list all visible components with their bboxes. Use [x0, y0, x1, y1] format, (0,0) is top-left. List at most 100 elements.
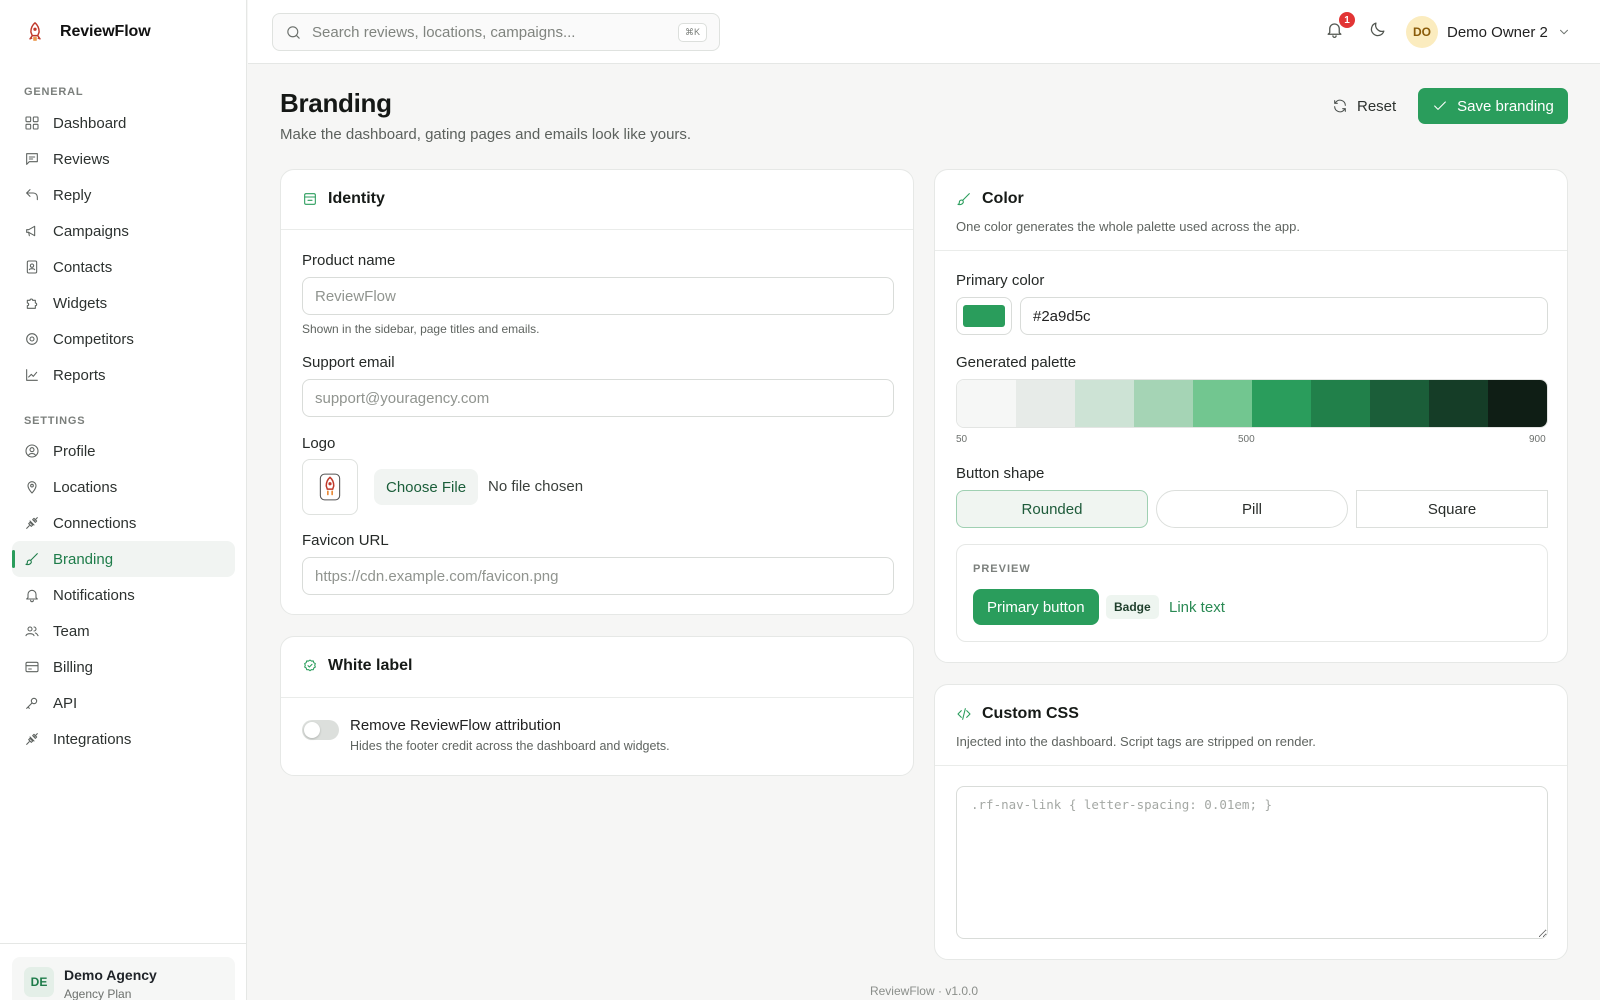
save-branding-button[interactable]: Save branding	[1418, 88, 1568, 124]
white-label-card: White label Remove ReviewFlow attributio…	[280, 636, 914, 776]
sidebar-item-reports[interactable]: Reports	[12, 357, 235, 393]
brush-icon	[24, 551, 40, 567]
sidebar-item-dashboard[interactable]: Dashboard	[12, 105, 235, 141]
shape-pill-button[interactable]: Pill	[1156, 490, 1348, 528]
toggle-description: Hides the footer credit across the dashb…	[350, 739, 670, 753]
shape-square-button[interactable]: Square	[1356, 490, 1548, 528]
primary-color-label: Primary color	[956, 272, 1045, 289]
favicon-url-label: Favicon URL	[302, 532, 389, 549]
line-chart-icon	[24, 367, 40, 383]
badge-check-icon	[302, 658, 318, 674]
user-menu[interactable]: DO Demo Owner 2	[1406, 16, 1571, 48]
support-email-input[interactable]	[302, 379, 894, 417]
plug-icon	[24, 731, 40, 747]
chevron-down-icon	[1557, 25, 1571, 39]
product-name-hint: Shown in the sidebar, page titles and em…	[302, 322, 540, 336]
shape-rounded-button[interactable]: Rounded	[956, 490, 1148, 528]
sidebar-item-reviews[interactable]: Reviews	[12, 141, 235, 177]
primary-color-input[interactable]	[1020, 297, 1548, 335]
sidebar-item-label: Reports	[53, 366, 106, 384]
key-icon	[24, 695, 40, 711]
card-divider	[281, 697, 913, 698]
search-input[interactable]	[312, 23, 668, 41]
favicon-url-input[interactable]	[302, 557, 894, 595]
reset-button[interactable]: Reset	[1318, 88, 1410, 124]
sidebar-item-reply[interactable]: Reply	[12, 177, 235, 213]
sidebar-item-team[interactable]: Team	[12, 613, 235, 649]
sidebar-item-label: Billing	[53, 658, 94, 676]
sidebar-item-label: API	[53, 694, 78, 712]
palette-swatch	[1488, 380, 1547, 427]
card-divider	[935, 765, 1567, 766]
color-card-header: Color One color generates the whole pale…	[956, 190, 1300, 234]
org-plan: Agency Plan	[64, 987, 132, 1000]
logo-preview	[302, 459, 358, 515]
sidebar-item-locations[interactable]: Locations	[12, 469, 235, 505]
color-picker-swatch[interactable]	[956, 297, 1012, 335]
white-label-card-header: White label	[302, 657, 412, 675]
page-subtitle: Make the dashboard, gating pages and ema…	[280, 126, 692, 143]
toggle-title: Remove ReviewFlow attribution	[350, 717, 561, 734]
rocket-logo-icon	[317, 472, 343, 502]
page-title: Branding	[280, 88, 392, 118]
credit-card-icon	[24, 659, 40, 675]
palette-tick: 50	[956, 434, 968, 445]
preview-label: PREVIEW	[973, 563, 1031, 575]
sidebar-item-label: Connections	[53, 514, 137, 532]
sidebar-item-api[interactable]: API	[12, 685, 235, 721]
sidebar-item-label: Campaigns	[53, 222, 129, 240]
grid-icon	[24, 115, 40, 131]
preview-primary-button[interactable]: Primary button	[973, 589, 1099, 625]
card-title: Custom CSS	[982, 705, 1079, 722]
sidebar-item-branding[interactable]: Branding	[12, 541, 235, 577]
card-divider	[281, 229, 913, 230]
sidebar-item-label: Reply	[53, 186, 92, 204]
reply-icon	[24, 187, 40, 203]
remove-attribution-toggle[interactable]	[302, 720, 339, 740]
sidebar-item-profile[interactable]: Profile	[12, 433, 235, 469]
org-switcher[interactable]: DE Demo Agency Agency Plan	[12, 957, 235, 1000]
sidebar-item-competitors[interactable]: Competitors	[12, 321, 235, 357]
search-bar[interactable]: ⌘K	[272, 13, 720, 51]
custom-css-card-header: Custom CSS Injected into the dashboard. …	[956, 705, 1316, 749]
palette-swatch	[1429, 380, 1488, 427]
sidebar-item-billing[interactable]: Billing	[12, 649, 235, 685]
palette-tick: 900	[1529, 434, 1546, 445]
map-pin-icon	[24, 479, 40, 495]
palette-swatch	[1016, 380, 1075, 427]
sidebar-item-integrations[interactable]: Integrations	[12, 721, 235, 757]
code-icon	[956, 706, 972, 722]
sidebar-item-notifications[interactable]: Notifications	[12, 577, 235, 613]
sidebar-item-label: Profile	[53, 442, 96, 460]
megaphone-icon	[24, 223, 40, 239]
nav-section-settings: SETTINGS	[24, 415, 86, 427]
brand[interactable]: ReviewFlow	[24, 20, 151, 44]
custom-css-textarea[interactable]	[956, 786, 1548, 939]
preview-link[interactable]: Link text	[1169, 599, 1225, 616]
product-name-input[interactable]	[302, 277, 894, 315]
sidebar-item-label: Locations	[53, 478, 118, 496]
dark-mode-moon-icon[interactable]	[1368, 20, 1387, 39]
app-footer: ReviewFlow · v1.0.0	[869, 984, 979, 998]
file-status: No file chosen	[488, 478, 584, 495]
palette-swatch	[1252, 380, 1311, 427]
card-description: Injected into the dashboard. Script tags…	[956, 734, 1316, 749]
preview-panel: PREVIEW Primary button Badge Link text	[956, 544, 1548, 642]
palette-tick: 500	[1238, 434, 1255, 445]
notification-count-badge: 1	[1339, 12, 1355, 28]
sidebar: ReviewFlow GENERAL Dashboard Reviews Rep…	[0, 0, 247, 1000]
bell-icon	[24, 587, 40, 603]
sidebar-item-label: Contacts	[53, 258, 113, 276]
user-name: Demo Owner 2	[1447, 23, 1548, 41]
sidebar-item-label: Competitors	[53, 330, 134, 348]
sidebar-item-widgets[interactable]: Widgets	[12, 285, 235, 321]
choose-file-button[interactable]: Choose File	[374, 469, 479, 505]
sidebar-item-connections[interactable]: Connections	[12, 505, 235, 541]
nav-settings: Profile Locations Connections Branding N…	[12, 433, 235, 757]
nav-section-general: GENERAL	[24, 86, 84, 98]
card-title: Identity	[328, 190, 385, 207]
palette-swatch	[957, 380, 1016, 427]
card-description: One color generates the whole palette us…	[956, 219, 1300, 234]
sidebar-item-campaigns[interactable]: Campaigns	[12, 213, 235, 249]
sidebar-item-contacts[interactable]: Contacts	[12, 249, 235, 285]
